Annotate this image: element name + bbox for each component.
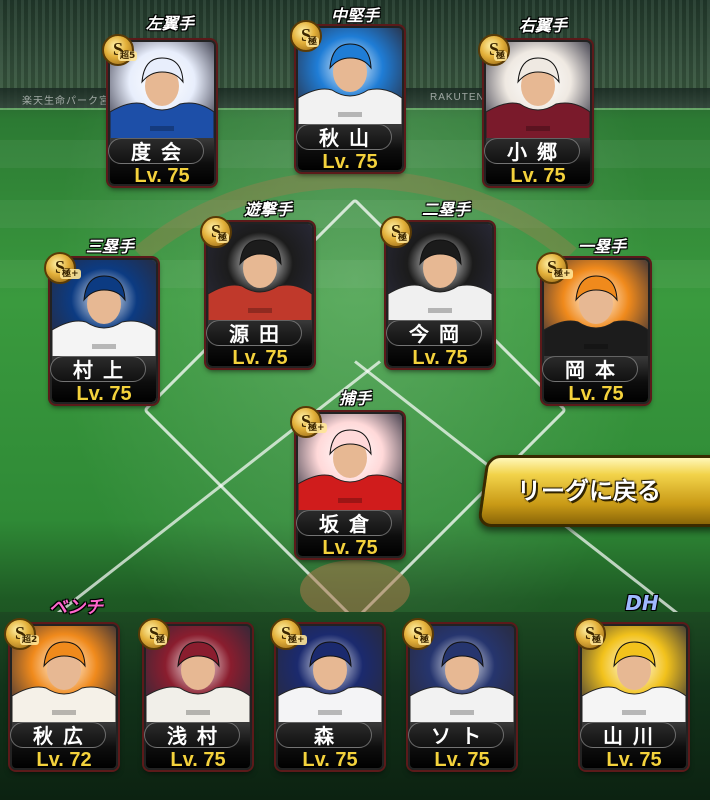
player-card-ss[interactable]: S 極 源田 Lv. 75 <box>200 216 320 392</box>
player-card-3b[interactable]: S 極+ 村上 Lv. 75 <box>44 252 164 428</box>
player-level: Lv. 75 <box>302 749 358 771</box>
rank-badge-icon: S 極 <box>200 216 232 248</box>
rank-sub-label: 極 <box>154 635 168 645</box>
player-card-cf[interactable]: S 極 秋山 Lv. 75 <box>290 20 410 196</box>
position-label-lf: 左翼手 <box>145 14 194 33</box>
rank-badge-icon: S 極+ <box>270 618 307 650</box>
player-name: 浅村 <box>144 722 240 748</box>
player-card-1b[interactable]: S 極+ 岡本 Lv. 75 <box>536 252 656 428</box>
rank-badge-icon: S 極+ <box>536 252 573 284</box>
rank-sub-label: 極 <box>494 51 508 61</box>
player-level: Lv. 72 <box>36 749 92 771</box>
player-level: Lv. 75 <box>322 151 378 173</box>
player-card-2b[interactable]: S 極 今岡 Lv. 75 <box>380 216 500 392</box>
player-level: Lv. 75 <box>510 165 566 187</box>
back-to-league-button[interactable]: リーグに戻る <box>476 455 710 527</box>
player-name: 岡本 <box>542 356 638 382</box>
player-name: 山川 <box>580 722 676 748</box>
rank-sub-label: 極 <box>306 37 320 47</box>
player-name: 秋広 <box>10 722 106 748</box>
player-level: Lv. 75 <box>170 749 226 771</box>
rank-badge-icon: S 極 <box>380 216 412 248</box>
player-name: 森 <box>276 722 372 748</box>
rank-sub-label: 極 <box>216 233 230 243</box>
rank-badge-icon: S 極+ <box>290 406 327 438</box>
rank-badge-icon: S 超5 <box>102 34 138 66</box>
rank-sub-label: 極 <box>396 233 410 243</box>
player-level: Lv. 75 <box>434 749 490 771</box>
player-name: 度会 <box>108 138 204 164</box>
wall-sign-center: RAKUTEN <box>430 92 485 103</box>
bench-card-3[interactable]: S 極+ 森 Lv. 75 <box>270 618 390 794</box>
bench-card-1[interactable]: S 超2 秋広 Lv. 72 <box>4 618 124 794</box>
player-level: Lv. 75 <box>606 749 662 771</box>
player-card-lf[interactable]: S 超5 度会 Lv. 75 <box>102 34 222 210</box>
bench-card-4[interactable]: S 極 ソト Lv. 75 <box>402 618 522 794</box>
position-label-ss: 遊撃手 <box>243 200 292 219</box>
rank-badge-icon: S 極 <box>574 618 606 650</box>
player-name: 源田 <box>206 320 302 346</box>
player-level: Lv. 75 <box>568 383 624 405</box>
player-name: ソト <box>408 722 504 748</box>
player-level: Lv. 75 <box>232 347 288 369</box>
player-card-c[interactable]: S 極+ 坂倉 Lv. 75 <box>290 406 410 582</box>
rank-badge-icon: S 極 <box>402 618 434 650</box>
rank-sub-label: 超2 <box>20 635 40 645</box>
player-name: 小郷 <box>484 138 580 164</box>
dh-card[interactable]: S 極 山川 Lv. 75 <box>574 618 694 794</box>
rank-sub-label: 極+ <box>286 635 307 645</box>
rank-badge-icon: S 極 <box>290 20 322 52</box>
player-level: Lv. 75 <box>76 383 132 405</box>
player-level: Lv. 75 <box>322 537 378 559</box>
player-level: Lv. 75 <box>412 347 468 369</box>
rank-badge-icon: S 極 <box>138 618 170 650</box>
dh-label: DH <box>625 591 659 615</box>
rank-badge-icon: S 極 <box>478 34 510 66</box>
player-level: Lv. 75 <box>134 165 190 187</box>
rank-badge-icon: S 超2 <box>4 618 40 650</box>
player-name: 坂倉 <box>296 510 392 536</box>
player-name: 村上 <box>50 356 146 382</box>
back-to-league-label: リーグに戻る <box>517 477 661 505</box>
bench-label: ベンチ <box>49 597 103 618</box>
rank-sub-label: 極+ <box>60 269 81 279</box>
player-name: 今岡 <box>386 320 482 346</box>
rank-badge-icon: S 極+ <box>44 252 81 284</box>
rank-sub-label: 極+ <box>306 423 327 433</box>
bench-card-2[interactable]: S 極 浅村 Lv. 75 <box>138 618 258 794</box>
player-name: 秋山 <box>296 124 392 150</box>
position-label-rf: 右翼手 <box>518 16 567 35</box>
rank-sub-label: 超5 <box>118 51 138 61</box>
rank-sub-label: 極 <box>590 635 604 645</box>
player-card-rf[interactable]: S 極 小郷 Lv. 75 <box>478 34 598 210</box>
rank-sub-label: 極 <box>418 635 432 645</box>
rank-sub-label: 極+ <box>552 269 573 279</box>
